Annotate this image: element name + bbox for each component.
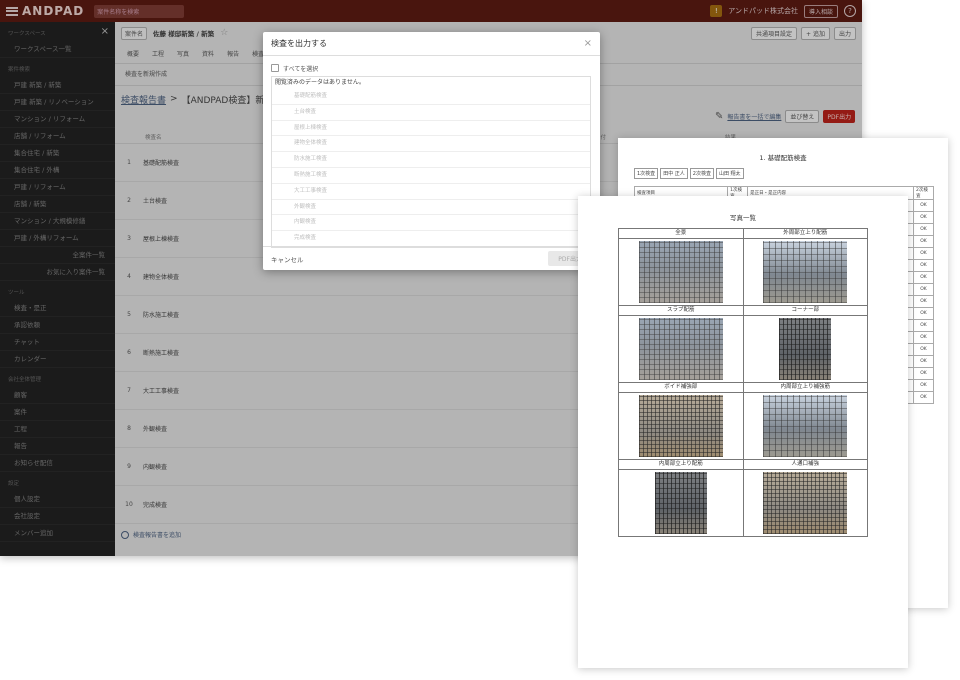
- site-photo[interactable]: [654, 472, 707, 534]
- photo-caption-row: ボイド補強部 内周部立上り補強筋: [618, 382, 868, 393]
- photo-cell: [618, 238, 744, 306]
- inspector-chip: 田中 正人: [660, 168, 688, 179]
- site-photo[interactable]: [763, 395, 848, 457]
- photo-caption: コーナー部: [742, 305, 868, 316]
- result-ok-cell: OK: [913, 199, 934, 212]
- photo-caption: 内周部立上り補強筋: [742, 382, 868, 393]
- photo-caption: 外周部立上り配筋: [742, 228, 868, 239]
- modal-list-item[interactable]: 外観検査: [272, 200, 590, 216]
- result-ok-cell: OK: [913, 379, 934, 392]
- result-ok-cell: OK: [913, 271, 934, 284]
- result-ok-cell: OK: [913, 355, 934, 368]
- photo-caption: スラブ配筋: [618, 305, 744, 316]
- result-ok-cell: OK: [913, 295, 934, 308]
- photo-caption: 人通口補強: [742, 459, 868, 470]
- modal-footer: キャンセル PDF出力: [263, 246, 600, 270]
- photo-cell: [618, 392, 744, 460]
- modal-list-item[interactable]: 防水施工検査: [272, 152, 590, 168]
- photo-image-row: [618, 469, 868, 537]
- modal-list-item[interactable]: 建物全体検査: [272, 136, 590, 153]
- select-all-row[interactable]: すべてを選択: [271, 62, 592, 74]
- modal-list-item[interactable]: 断熱施工検査: [272, 168, 590, 184]
- modal-list-item[interactable]: 屋根上棟検査: [272, 121, 590, 137]
- modal-list-item[interactable]: 完成検査: [272, 231, 590, 247]
- site-photo[interactable]: [638, 318, 723, 380]
- photo-caption: ボイド補強部: [618, 382, 744, 393]
- photo-cell: [742, 238, 868, 306]
- photo-cell: [742, 315, 868, 383]
- result-ok-cell: OK: [913, 235, 934, 248]
- result-ok-cell: OK: [913, 331, 934, 344]
- inspection-select-list: 閲覧済みのデータはありません。 基礎配筋検査 土台検査 屋根上棟検査 建物全体検査 防水…: [271, 76, 591, 248]
- result-ok-cell: OK: [913, 259, 934, 272]
- modal-title: 検査を出力する: [271, 39, 327, 48]
- inspector-chip: 2次検査: [689, 168, 714, 179]
- result-ok-cell: OK: [913, 247, 934, 260]
- inspector-chip: 1次検査: [634, 168, 659, 179]
- modal-body: すべてを選択 閲覧済みのデータはありません。 基礎配筋検査 土台検査 屋根上棟検査建…: [263, 56, 600, 248]
- result-ok-cell: OK: [913, 307, 934, 320]
- photo-caption-row: 全景 外周部立上り配筋: [618, 228, 868, 239]
- photo-grid: 全景 外周部立上り配筋 スラブ配筋 コーナー部 ボイド補強部 内周部立上り補強筋 内周部立上…: [618, 228, 868, 537]
- photo-page-title: 写真一覧: [730, 214, 756, 222]
- photo-image-row: [618, 315, 868, 383]
- result-ok-cell: OK: [913, 391, 934, 404]
- result-ok-cell: OK: [913, 319, 934, 332]
- modal-list-item[interactable]: 土台検査: [272, 105, 590, 121]
- modal-header: 検査を出力する ×: [263, 32, 600, 56]
- result-ok-cell: OK: [913, 223, 934, 236]
- site-photo[interactable]: [763, 241, 848, 303]
- photo-caption-row: 内周部立上り配筋 人通口補強: [618, 459, 868, 470]
- photo-caption: 全景: [618, 228, 744, 239]
- inspector-chip: 山田 翔太: [715, 168, 744, 179]
- photo-caption: 内周部立上り配筋: [618, 459, 744, 470]
- photo-cell: [618, 469, 744, 537]
- result-ok-cell: OK: [913, 211, 934, 224]
- photo-cell: [742, 469, 868, 537]
- photo-image-row: [618, 238, 868, 306]
- result-ok-cell: OK: [913, 343, 934, 356]
- inspector-chips: 1次検査 田中 正人 2次検査 山田 翔太: [634, 168, 744, 179]
- cancel-button[interactable]: キャンセル: [271, 254, 304, 264]
- modal-list-item[interactable]: 基礎配筋検査: [272, 89, 590, 105]
- photo-list-page: 写真一覧 全景 外周部立上り配筋 スラブ配筋 コーナー部 ボイド補強部 内周部立上り補強筋…: [578, 196, 908, 668]
- export-modal: 検査を出力する × すべてを選択 閲覧済みのデータはありません。 基礎配筋検査土…: [263, 32, 600, 270]
- modal-list-item[interactable]: 大工工事検査: [272, 184, 590, 200]
- list-message: 閲覧済みのデータはありません。: [275, 79, 365, 86]
- result-ok-cell: OK: [913, 283, 934, 296]
- result-header-cell: 2次検査: [913, 186, 934, 200]
- modal-close-icon[interactable]: ×: [584, 38, 592, 49]
- site-photo[interactable]: [638, 395, 723, 457]
- photo-cell: [618, 315, 744, 383]
- site-photo[interactable]: [638, 241, 723, 303]
- photo-caption-row: スラブ配筋 コーナー部: [618, 305, 868, 316]
- result-ok-cell: OK: [913, 367, 934, 380]
- select-all-checkbox[interactable]: [271, 64, 279, 72]
- select-all-label: すべてを選択: [283, 65, 319, 73]
- photo-cell: [742, 392, 868, 460]
- photo-image-row: [618, 392, 868, 460]
- modal-list-item[interactable]: 内観検査: [272, 215, 590, 232]
- site-photo[interactable]: [779, 318, 832, 380]
- report-page-title: 1. 基礎配筋検査: [759, 154, 807, 162]
- site-photo[interactable]: [763, 472, 848, 534]
